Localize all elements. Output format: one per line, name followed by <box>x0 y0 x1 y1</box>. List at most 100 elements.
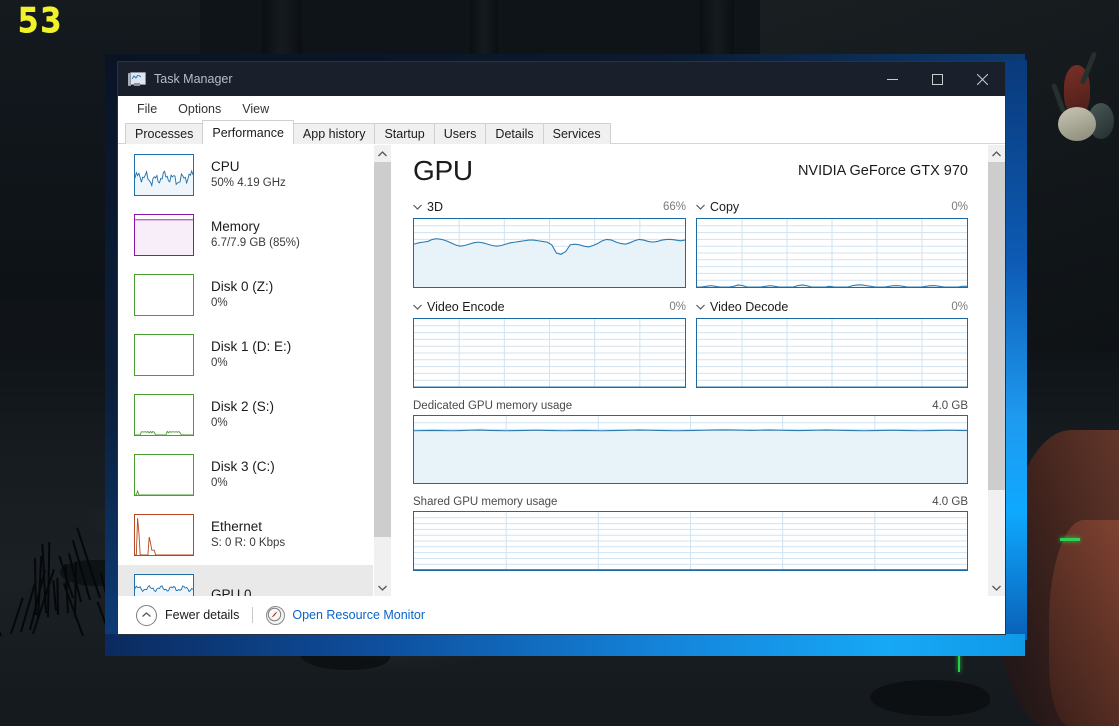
sidebar-item-detail: 0% <box>211 477 228 490</box>
window-title: Task Manager <box>154 72 233 86</box>
sidebar-thumbnail <box>134 574 194 596</box>
sidebar-thumbnail <box>134 514 194 556</box>
sidebar-item-cpu[interactable]: CPU 50% 4.19 GHz <box>118 145 374 205</box>
tab-processes[interactable]: Processes <box>125 123 204 144</box>
sidebar-item-label: GPU 0 <box>211 586 252 596</box>
shared-memory-max: 4.0 GB <box>932 496 968 508</box>
maximize-button[interactable] <box>915 62 960 96</box>
menu-file[interactable]: File <box>128 100 166 118</box>
window-glow-right <box>1005 60 1027 640</box>
sidebar-item-label: Memory <box>211 218 260 234</box>
performance-sidebar: CPU 50% 4.19 GHz Memory 6.7/7.9 GB (85%) Dis… <box>118 145 391 596</box>
main-scroll-up-icon[interactable] <box>988 145 1005 162</box>
sidebar-item-disk-2-s[interactable]: Disk 2 (S:) 0% <box>118 385 374 445</box>
tab-services[interactable]: Services <box>542 123 611 144</box>
tab-performance[interactable]: Performance <box>202 120 294 144</box>
engine-video-encode: Video Encode 0% <box>413 299 686 388</box>
chevron-down-icon[interactable] <box>413 303 422 312</box>
menu-view[interactable]: View <box>233 100 278 118</box>
main-scrollbar[interactable] <box>987 145 1005 596</box>
main-scroll-down-icon[interactable] <box>988 579 1005 596</box>
dedicated-memory-max: 4.0 GB <box>932 400 968 412</box>
engine-3d-value: 66% <box>662 201 686 213</box>
fps-counter: 53 <box>18 1 63 41</box>
open-resource-monitor-label: Open Resource Monitor <box>292 608 426 622</box>
minimize-button[interactable] <box>870 62 915 96</box>
chevron-down-icon[interactable] <box>413 203 422 212</box>
sidebar-item-label: Disk 1 (D: E:) <box>211 338 292 354</box>
sidebar-item-text: GPU 0 <box>211 587 252 596</box>
engine-3d: 3D 66% <box>413 199 686 288</box>
chevron-down-icon[interactable] <box>696 303 705 312</box>
menu-bar: File Options View <box>118 96 1005 121</box>
sidebar-thumbnail <box>134 454 194 496</box>
sidebar-item-label: Disk 2 (S:) <box>211 398 275 414</box>
sidebar-item-text: CPU 50% 4.19 GHz <box>211 159 286 192</box>
sidebar-item-detail: 50% 4.19 GHz <box>211 177 286 190</box>
task-manager-icon <box>128 71 146 87</box>
engine-row-1: 3D 66% Copy 0% <box>413 199 968 288</box>
tab-startup[interactable]: Startup <box>374 123 435 144</box>
tab-users[interactable]: Users <box>433 123 487 144</box>
engine-video-encode-value: 0% <box>669 301 686 313</box>
sidebar-item-ethernet[interactable]: Ethernet S: 0 R: 0 Kbps <box>118 505 374 565</box>
shared-memory-graph <box>413 511 968 571</box>
shared-memory-block: Shared GPU memory usage 4.0 GB <box>413 496 968 571</box>
sidebar-item-detail: 6.7/7.9 GB (85%) <box>211 237 300 250</box>
sidebar-item-text: Disk 0 (Z:) 0% <box>211 279 273 312</box>
sidebar-scroll-up-icon[interactable] <box>374 145 391 162</box>
sidebar-item-gpu-0[interactable]: GPU 0 <box>118 565 374 596</box>
tab-app-history[interactable]: App history <box>292 123 376 144</box>
open-resource-monitor-link[interactable]: Open Resource Monitor <box>266 605 426 625</box>
sidebar-scroll-thumb[interactable] <box>374 162 391 537</box>
engine-video-decode-graph <box>696 318 968 388</box>
engine-copy-graph <box>696 218 968 288</box>
fewer-details-label: Fewer details <box>165 608 240 622</box>
window-glow-bottom <box>105 634 1025 656</box>
sidebar-item-disk-1-d-e[interactable]: Disk 1 (D: E:) 0% <box>118 325 374 385</box>
sidebar-item-label: Disk 3 (C:) <box>211 458 275 474</box>
footer-divider <box>252 607 254 623</box>
engine-copy: Copy 0% <box>696 199 968 288</box>
fewer-details-button[interactable]: Fewer details <box>136 604 240 626</box>
close-button[interactable] <box>960 62 1005 96</box>
menu-options[interactable]: Options <box>169 100 230 118</box>
sidebar-item-disk-0-z[interactable]: Disk 0 (Z:) 0% <box>118 265 374 325</box>
sidebar-item-memory[interactable]: Memory 6.7/7.9 GB (85%) <box>118 205 374 265</box>
sidebar-thumbnail <box>134 274 194 316</box>
shared-memory-label: Shared GPU memory usage <box>413 496 558 508</box>
sidebar-item-label: CPU <box>211 158 240 174</box>
engine-video-decode-value: 0% <box>951 301 968 313</box>
dedicated-memory-label: Dedicated GPU memory usage <box>413 400 573 412</box>
sidebar-item-disk-3-c[interactable]: Disk 3 (C:) 0% <box>118 445 374 505</box>
title-bar: Task Manager <box>118 62 1005 96</box>
content-area: CPU 50% 4.19 GHz Memory 6.7/7.9 GB (85%) Dis… <box>118 144 1005 596</box>
engine-video-encode-graph <box>413 318 686 388</box>
sidebar-item-text: Disk 3 (C:) 0% <box>211 459 275 492</box>
sidebar-thumbnail <box>134 394 194 436</box>
sidebar-item-text: Ethernet S: 0 R: 0 Kbps <box>211 519 285 552</box>
window-controls <box>870 62 1005 96</box>
dedicated-memory-graph <box>413 415 968 484</box>
task-manager-window: Task Manager File Options View Processes… <box>118 62 1005 634</box>
sidebar-item-text: Disk 2 (S:) 0% <box>211 399 274 432</box>
sidebar-thumbnail <box>134 154 194 196</box>
engine-video-encode-label: Video Encode <box>427 300 505 314</box>
sidebar-item-label: Ethernet <box>211 518 263 534</box>
main-scroll-thumb[interactable] <box>988 162 1005 490</box>
sidebar-item-detail: 0% <box>211 357 228 370</box>
sidebar-item-label: Disk 0 (Z:) <box>211 278 274 294</box>
sidebar-item-detail: S: 0 R: 0 Kbps <box>211 537 286 550</box>
screen: 53 Task Manager File Options View Proces… <box>0 0 1119 726</box>
sidebar-scrollbar[interactable] <box>373 145 391 596</box>
engine-3d-label: 3D <box>427 200 443 214</box>
engine-3d-graph <box>413 218 686 288</box>
chevron-down-icon[interactable] <box>696 203 705 212</box>
sidebar-item-detail: 0% <box>211 297 228 310</box>
engine-copy-label: Copy <box>710 200 740 214</box>
tab-details[interactable]: Details <box>485 123 544 144</box>
sidebar-thumbnail <box>134 334 194 376</box>
sidebar-item-text: Memory 6.7/7.9 GB (85%) <box>211 219 300 252</box>
sidebar-scroll-down-icon[interactable] <box>374 579 391 596</box>
sidebar-item-detail: 0% <box>211 417 228 430</box>
